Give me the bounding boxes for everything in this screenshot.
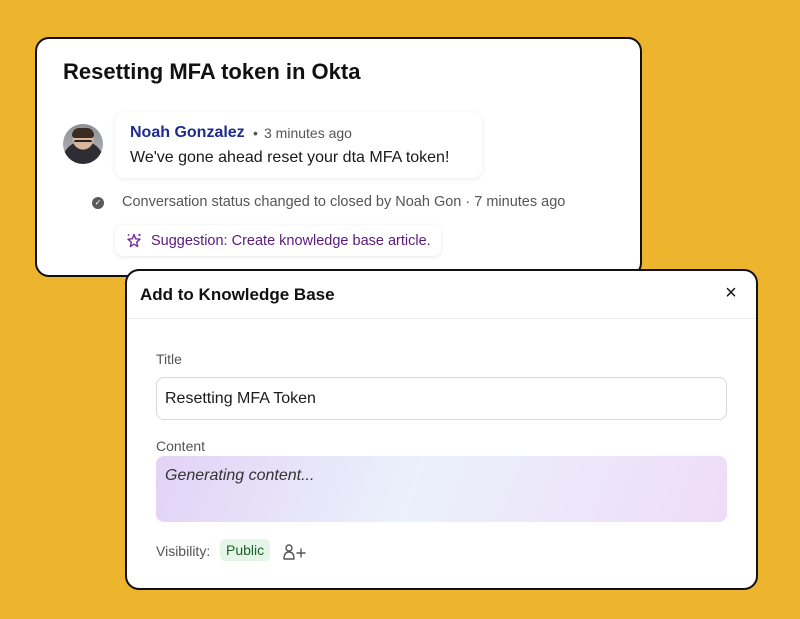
message-bubble: Noah Gonzalez • 3 minutes ago We've gone…	[115, 112, 482, 178]
close-icon[interactable]: ×	[720, 282, 742, 304]
add-to-kb-modal: Add to Knowledge Base × Title Content Ge…	[125, 269, 758, 590]
visibility-badge[interactable]: Public	[220, 539, 271, 561]
conversation-card: Resetting MFA token in Okta Noah Gonzale…	[35, 37, 642, 277]
suggestion-sparkle-icon	[127, 233, 141, 247]
message-time: 3 minutes ago	[264, 125, 352, 141]
suggestion-chip[interactable]: Suggestion: Create knowledge base articl…	[115, 225, 441, 256]
visibility-label: Visibility:	[156, 543, 211, 559]
content-generating-text: Generating content...	[165, 467, 315, 484]
title-label: Title	[156, 351, 182, 367]
content-label: Content	[156, 438, 206, 454]
status-check-icon: ✓	[92, 197, 104, 209]
suggestion-label: Suggestion: Create knowledge base articl…	[151, 232, 431, 249]
modal-body: Title Content Generating content... Visi…	[127, 320, 756, 588]
meta-separator: •	[253, 125, 258, 141]
message-text: We've gone ahead reset your dta MFA toke…	[130, 149, 450, 166]
modal-title: Add to Knowledge Base	[140, 285, 335, 304]
modal-header: Add to Knowledge Base ×	[127, 271, 756, 319]
content-field[interactable]: Generating content...	[156, 456, 727, 522]
add-person-icon[interactable]	[282, 541, 308, 563]
status-change-text: Conversation status changed to closed by…	[122, 194, 566, 210]
avatar[interactable]	[63, 124, 103, 164]
conversation-title: Resetting MFA token in Okta	[63, 59, 361, 84]
author-name[interactable]: Noah Gonzalez	[130, 124, 245, 142]
title-input[interactable]	[156, 377, 727, 420]
